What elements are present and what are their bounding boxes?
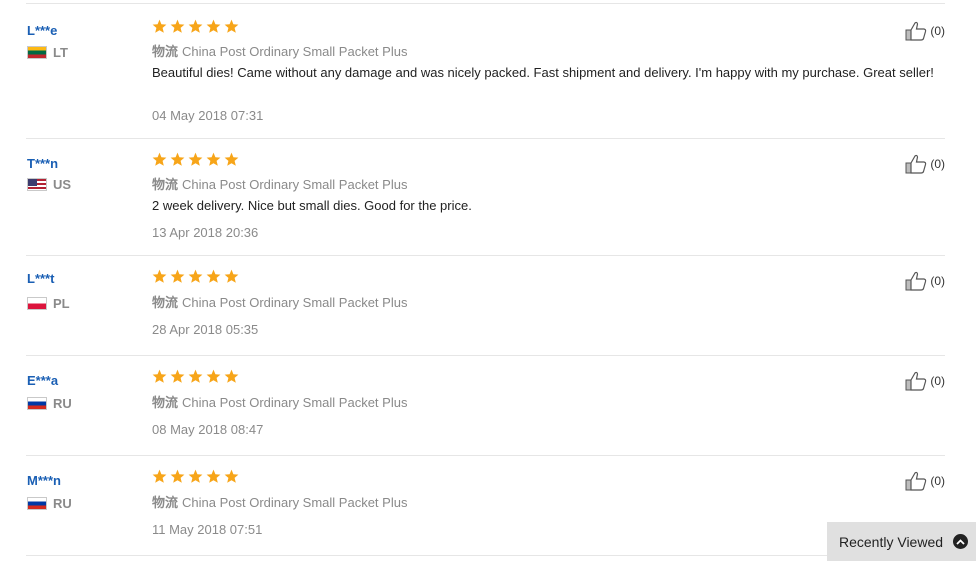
star-rating [152, 469, 242, 484]
star-icon [170, 19, 185, 33]
country-code: RU [53, 496, 72, 511]
star-rating [152, 152, 242, 167]
reviewer-name[interactable]: M***n [27, 473, 61, 488]
shipping-method: China Post Ordinary Small Packet Plus [182, 44, 408, 59]
shipping-label: 物流 [152, 495, 179, 510]
thumbs-up-icon [905, 271, 927, 291]
star-icon [206, 152, 221, 166]
review-item: L***t PL 物流 China Post Ordinary Small Pac… [26, 256, 945, 356]
star-icon [188, 469, 203, 483]
shipping-method: China Post Ordinary Small Packet Plus [182, 495, 408, 510]
star-icon [170, 469, 185, 483]
shipping-info: 物流 China Post Ordinary Small Packet Plus [152, 41, 407, 60]
star-icon [224, 269, 239, 283]
reviewer-name[interactable]: L***e [27, 23, 57, 38]
review-item: M***n RU 物流 China Post Ordinary Small Pac… [26, 456, 945, 556]
shipping-info: 物流 China Post Ordinary Small Packet Plus [152, 174, 407, 193]
country-flag-icon [27, 297, 47, 310]
helpful-button[interactable]: (0) [905, 371, 945, 391]
helpful-count: (0) [930, 274, 945, 288]
shipping-method: China Post Ordinary Small Packet Plus [182, 395, 408, 410]
thumbs-up-icon [905, 21, 927, 41]
thumbs-up-icon [905, 371, 927, 391]
star-icon [170, 152, 185, 166]
helpful-count: (0) [930, 24, 945, 38]
star-icon [152, 369, 167, 383]
star-icon [188, 369, 203, 383]
star-icon [188, 152, 203, 166]
country-flag-icon [27, 178, 47, 191]
helpful-button[interactable]: (0) [905, 154, 945, 174]
helpful-button[interactable]: (0) [905, 271, 945, 291]
star-icon [170, 269, 185, 283]
star-icon [188, 269, 203, 283]
star-rating [152, 19, 242, 34]
thumbs-up-icon [905, 154, 927, 174]
feedback-list: L***e LT 物流 China Post Ordinary Small Pac… [26, 3, 945, 556]
helpful-count: (0) [930, 474, 945, 488]
star-icon [206, 469, 221, 483]
star-icon [206, 369, 221, 383]
star-icon [152, 469, 167, 483]
helpful-count: (0) [930, 374, 945, 388]
reviewer-name[interactable]: L***t [27, 271, 54, 286]
reviewer-country: LT [27, 45, 68, 60]
star-icon [152, 19, 167, 33]
star-icon [152, 269, 167, 283]
reviewer-country: RU [27, 496, 72, 511]
star-icon [152, 152, 167, 166]
recently-viewed-label: Recently Viewed [839, 533, 944, 550]
review-item: E***a RU 物流 China Post Ordinary Small Pac… [26, 356, 945, 456]
country-flag-icon [27, 497, 47, 510]
reviewer-country: RU [27, 396, 72, 411]
shipping-label: 物流 [152, 44, 179, 59]
country-code: LT [53, 45, 68, 60]
star-rating [152, 369, 242, 384]
review-date: 04 May 2018 07:31 [152, 108, 264, 123]
shipping-label: 物流 [152, 395, 179, 410]
star-icon [188, 19, 203, 33]
reviewer-name[interactable]: E***a [27, 373, 58, 388]
reviewer-country: US [27, 177, 71, 192]
star-icon [224, 152, 239, 166]
review-item: L***e LT 物流 China Post Ordinary Small Pac… [26, 4, 945, 139]
review-date: 13 Apr 2018 20:36 [152, 225, 259, 240]
review-date: 11 May 2018 07:51 [152, 522, 263, 537]
recently-viewed-button[interactable]: Recently Viewed [827, 522, 976, 561]
star-icon [170, 369, 185, 383]
country-code: PL [53, 296, 70, 311]
review-comment: Beautiful dies! Came without any damage … [152, 65, 934, 80]
star-icon [206, 19, 221, 33]
star-icon [224, 369, 239, 383]
review-item: T***n US 物流 China Post Ordinary Small Pac… [26, 139, 945, 256]
helpful-count: (0) [930, 157, 945, 171]
helpful-button[interactable]: (0) [905, 471, 945, 491]
helpful-button[interactable]: (0) [905, 21, 945, 41]
reviewer-country: PL [27, 296, 70, 311]
shipping-method: China Post Ordinary Small Packet Plus [182, 295, 408, 310]
star-icon [206, 269, 221, 283]
shipping-method: China Post Ordinary Small Packet Plus [182, 177, 408, 192]
shipping-info: 物流 China Post Ordinary Small Packet Plus [152, 292, 407, 311]
star-icon [224, 469, 239, 483]
thumbs-up-icon [905, 471, 927, 491]
shipping-info: 物流 China Post Ordinary Small Packet Plus [152, 492, 407, 511]
star-rating [152, 269, 242, 284]
review-date: 28 Apr 2018 05:35 [152, 322, 259, 337]
reviewer-name[interactable]: T***n [27, 156, 58, 171]
country-code: RU [53, 396, 72, 411]
chevron-up-circle-icon [953, 534, 969, 549]
country-flag-icon [27, 46, 47, 59]
shipping-label: 物流 [152, 295, 179, 310]
shipping-label: 物流 [152, 177, 179, 192]
star-icon [224, 19, 239, 33]
shipping-info: 物流 China Post Ordinary Small Packet Plus [152, 392, 407, 411]
review-date: 08 May 2018 08:47 [152, 422, 264, 437]
country-flag-icon [27, 397, 47, 410]
country-code: US [53, 177, 72, 192]
review-comment: 2 week delivery. Nice but small dies. Go… [152, 198, 472, 213]
